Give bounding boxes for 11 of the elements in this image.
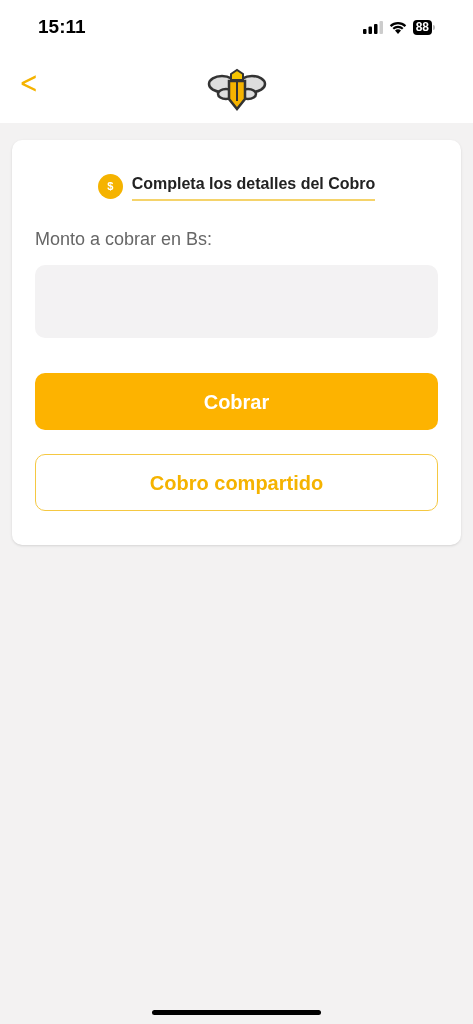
signal-icon <box>362 21 383 34</box>
coin-icon: $ <box>97 174 123 199</box>
back-button[interactable]: < <box>19 67 38 99</box>
bee-logo-icon <box>206 67 267 111</box>
field-label: Monto a cobrar en Bs: <box>35 228 214 251</box>
wifi-icon <box>388 20 407 35</box>
card-title: Completa los detalles del Cobro <box>131 172 376 201</box>
status-time: 15:11 <box>38 15 86 40</box>
battery-icon: 88 <box>412 20 435 35</box>
charge-button[interactable]: Cobrar <box>35 373 438 430</box>
shared-charge-button[interactable]: Cobro compartido <box>35 454 438 511</box>
